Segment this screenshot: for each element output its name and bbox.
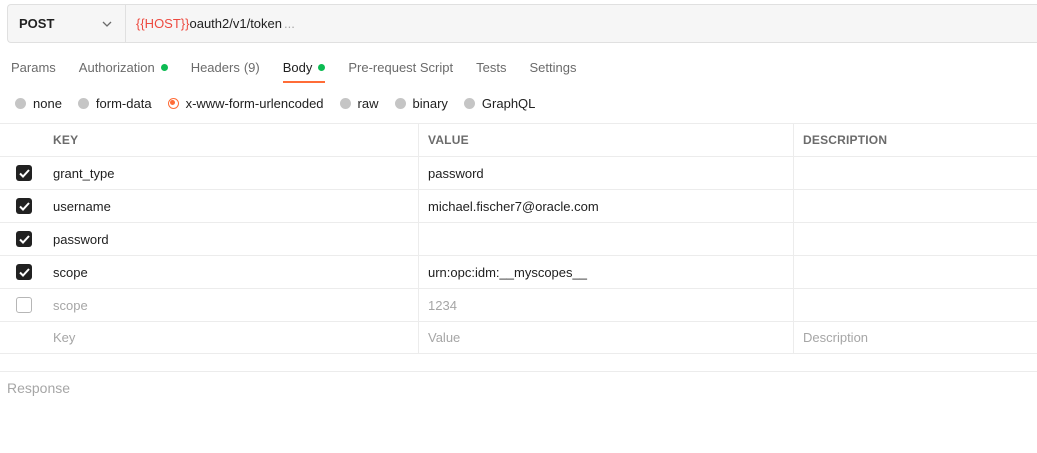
check-cell (0, 256, 44, 288)
radio-x-www-form-urlencoded[interactable]: x-www-form-urlencoded (167, 95, 324, 111)
row-checkbox[interactable] (16, 297, 32, 313)
tab-headers[interactable]: Headers (9) (191, 52, 260, 82)
tab-tests[interactable]: Tests (476, 52, 506, 82)
method-label: POST (19, 16, 55, 31)
radio-label: raw (357, 95, 379, 111)
description-cell[interactable] (794, 223, 1037, 255)
tab-label: Tests (476, 59, 507, 75)
radio-label: GraphQL (481, 95, 536, 111)
status-dot (160, 63, 168, 71)
header-description: DESCRIPTION (803, 133, 888, 147)
new-key-input[interactable]: Key (44, 322, 419, 353)
request-url-bar: POST {{HOST}} oauth2/v1/token ... (7, 4, 1037, 43)
response-panel-title: Response (7, 380, 71, 396)
chevron-down-icon (101, 18, 113, 30)
table-header-row: KEY VALUE DESCRIPTION (0, 123, 1037, 156)
check-cell (0, 223, 44, 255)
table-row: scope urn:opc:idm:__myscopes__ (0, 255, 1037, 288)
radio-circle (463, 97, 475, 109)
radio-label: form-data (95, 95, 152, 111)
body-type-selector: none form-data x-www-form-urlencoded raw… (15, 94, 551, 112)
params-table: KEY VALUE DESCRIPTION grant_type passwor… (0, 123, 1037, 354)
response-divider[interactable] (0, 371, 1037, 372)
url-input[interactable]: {{HOST}} oauth2/v1/token ... (126, 5, 1037, 42)
row-checkbox[interactable] (16, 231, 32, 247)
new-description-input[interactable]: Description (794, 322, 1037, 353)
url-path: oauth2/v1/token (189, 16, 283, 31)
check-cell (0, 322, 44, 353)
row-checkbox[interactable] (16, 165, 32, 181)
radio-label: none (33, 95, 62, 111)
tab-settings[interactable]: Settings (529, 52, 576, 82)
header-key: KEY (44, 124, 419, 156)
check-cell (0, 289, 44, 321)
radio-circle (394, 97, 406, 109)
radio-binary[interactable]: binary (394, 95, 448, 111)
radio-label: binary (412, 95, 448, 111)
radio-circle-selected (167, 97, 179, 109)
key-cell[interactable]: username (44, 190, 419, 222)
table-row: grant_type password (0, 156, 1037, 189)
table-row: password (0, 222, 1037, 255)
radio-circle (77, 97, 89, 109)
status-dot (318, 63, 326, 71)
check-icon (18, 234, 30, 244)
headers-count: (9) (243, 59, 260, 75)
value-cell[interactable]: michael.fischer7@oracle.com (419, 190, 794, 222)
radio-circle (15, 97, 26, 109)
header-check-cell (0, 124, 44, 156)
tab-label: Authorization (78, 59, 155, 75)
description-cell[interactable] (794, 289, 1037, 321)
key-cell[interactable]: grant_type (44, 157, 419, 189)
tab-label: Settings (529, 59, 577, 75)
description-cell[interactable] (794, 157, 1037, 189)
radio-form-data[interactable]: form-data (77, 95, 152, 111)
key-cell[interactable]: scope (44, 256, 419, 288)
tab-body[interactable]: Body (282, 52, 326, 83)
header-value: VALUE (419, 124, 794, 156)
tab-authorization[interactable]: Authorization (79, 52, 168, 82)
check-icon (18, 267, 30, 277)
new-row: Key Value Description (0, 321, 1037, 354)
radio-label: x-www-form-urlencoded (185, 95, 324, 111)
tab-pre-request-script[interactable]: Pre-request Script (348, 52, 453, 82)
description-cell[interactable] (794, 256, 1037, 288)
row-checkbox[interactable] (16, 264, 32, 280)
table-row-disabled: scope 1234 (0, 288, 1037, 321)
tab-params[interactable]: Params (11, 52, 56, 82)
row-checkbox[interactable] (16, 198, 32, 214)
value-cell[interactable]: urn:opc:idm:__myscopes__ (419, 256, 794, 288)
radio-circle (339, 97, 351, 109)
tab-label: Pre-request Script (348, 59, 454, 75)
tab-label: Body (282, 59, 313, 75)
value-cell[interactable] (419, 223, 794, 255)
radio-graphql[interactable]: GraphQL (463, 95, 536, 111)
table-row: username michael.fischer7@oracle.com (0, 189, 1037, 222)
tab-label: Params (11, 59, 56, 75)
url-variable: {{HOST}} (136, 16, 190, 31)
radio-none[interactable]: none (15, 96, 62, 111)
tab-label: Headers (190, 59, 240, 75)
check-icon (18, 201, 30, 211)
description-cell[interactable] (794, 190, 1037, 222)
new-value-input[interactable]: Value (419, 322, 794, 353)
request-tabs: Params Authorization Headers (9) Body Pr… (0, 52, 588, 84)
check-cell (0, 190, 44, 222)
check-cell (0, 157, 44, 189)
check-icon (18, 168, 30, 178)
key-cell[interactable]: scope (44, 289, 419, 321)
url-ellipsis: ... (284, 16, 295, 31)
key-cell[interactable]: password (44, 223, 419, 255)
method-select[interactable]: POST (8, 5, 126, 42)
value-cell[interactable]: password (419, 157, 794, 189)
value-cell[interactable]: 1234 (419, 289, 794, 321)
radio-raw[interactable]: raw (339, 95, 379, 111)
